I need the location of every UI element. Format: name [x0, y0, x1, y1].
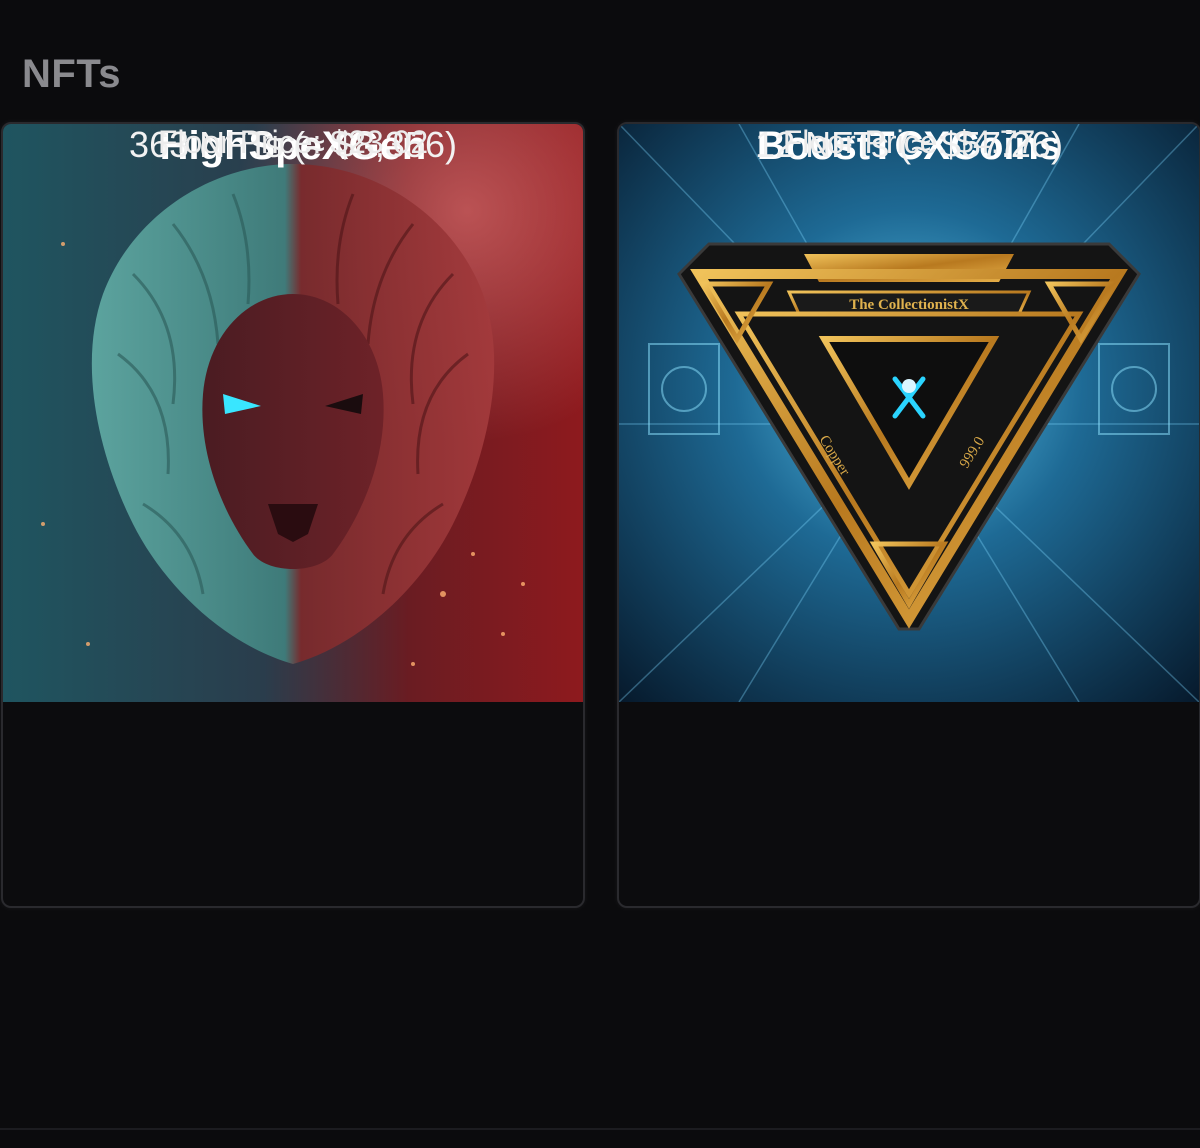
- coin-banner-text: The CollectionistX: [849, 297, 969, 313]
- section-title: NFTs: [22, 52, 122, 96]
- bottom-divider: [0, 1128, 1200, 1130]
- collection-floor-price: Floor Price: $23.02: [157, 124, 429, 160]
- collectionistx-coin-image: The CollectionistX Copper 999.0: [619, 124, 1199, 702]
- nft-collection-card-boosttcxcoins[interactable]: The CollectionistX Copper 999.0 BoostTCX…: [617, 122, 1200, 908]
- lion-artwork-image: [3, 124, 583, 702]
- collection-floor-price: Floor Price: $4.77: [782, 124, 1036, 160]
- nft-collection-card-highspexgen[interactable]: HighSpeXGen 363 NFTs (≈ $8,356) Floor Pr…: [1, 122, 585, 908]
